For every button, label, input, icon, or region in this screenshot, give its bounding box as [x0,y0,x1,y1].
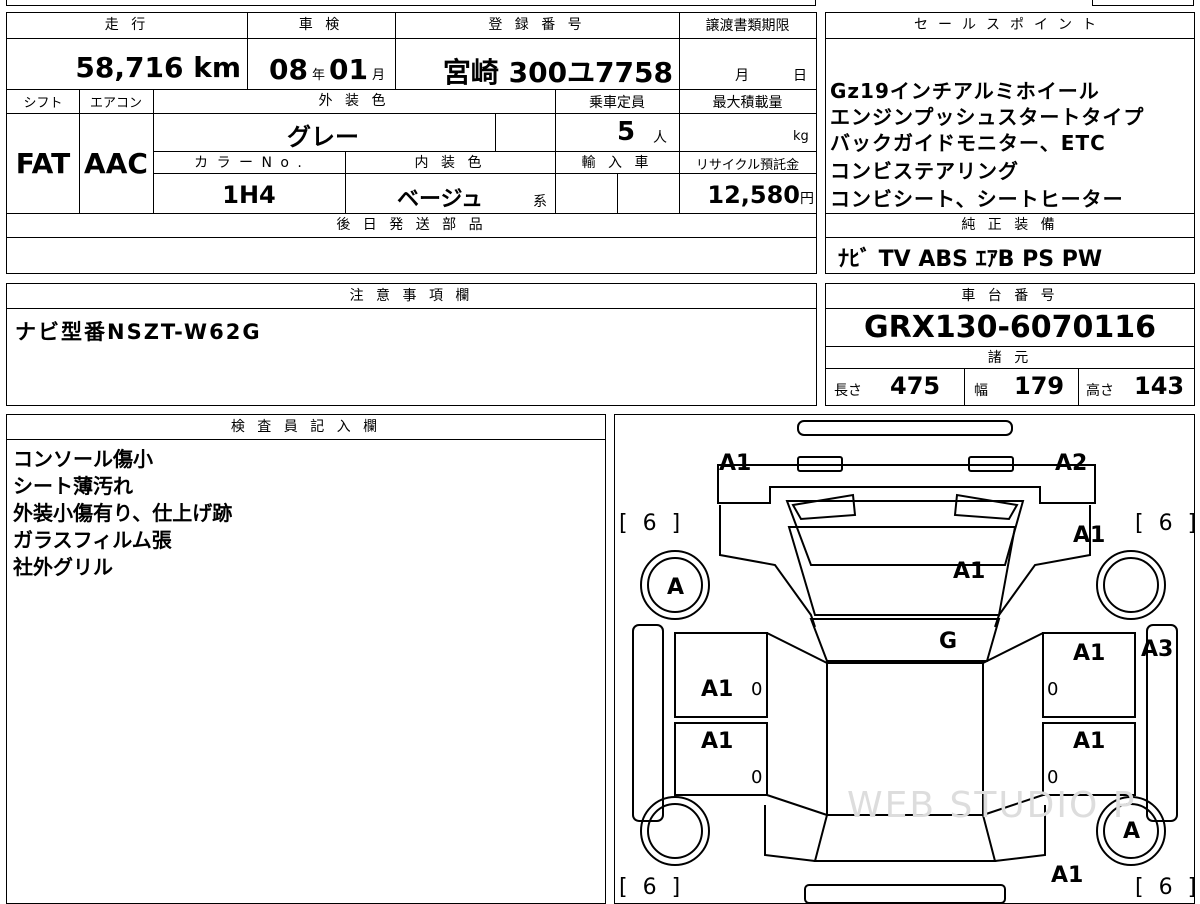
width-value: 179 [1014,372,1065,400]
top-cutoff-strip [6,0,816,6]
mark-wheel-front-left: A [667,575,685,600]
transfer-month-unit: 月 [735,68,749,84]
top-cutoff-strip-right [1092,0,1194,6]
sales-point-line-3: バックガイドモニター、ETC [830,131,1106,155]
inspection-value: 08 年 01 月 [269,53,385,86]
mark-right-front-door: A1 [1073,641,1106,666]
watermark: WEB STUDIO P [847,785,1137,826]
exterior-color-value: グレー [287,123,359,151]
recycle-fee-unit: 円 [800,191,814,207]
capacity-unit: 人 [653,130,667,146]
mileage-label: 走 行 [104,17,150,33]
inspection-year-unit: 年 [311,68,325,83]
inspection-month-unit: 月 [371,68,385,83]
transfer-day-unit: 日 [793,68,807,84]
mark-left-front-door-zero: 0 [751,679,763,700]
height-value: 143 [1134,372,1185,400]
height-label: 高さ [1086,383,1114,399]
mark-left-rear-door-zero: 0 [751,767,763,788]
sales-point-line-2: エンジンプッシュスタートタイプ [830,105,1145,129]
transfer-deadline-label: 譲渡書類期限 [705,18,790,34]
mark-front-right: A2 [1055,451,1088,476]
chassis-number-value: GRX130-6070116 [863,310,1157,345]
mileage-unit: km [193,51,241,84]
tire-rear-right: [ 6 ] [1135,875,1195,900]
mark-right-fender: A1 [1073,523,1106,548]
tire-rear-left: [ 6 ] [619,875,685,900]
inspector-line-2: シート薄汚れ [13,474,133,498]
recycle-fee-label: リサイクル預託金 [695,158,800,173]
recycle-fee-value: 12,580円 [679,181,814,209]
sales-point-line-5: コンビシート、シートヒーター [830,187,1124,211]
sales-point-line-4: コンビステアリング [830,159,1019,183]
shift-value: FAT [15,147,71,180]
capacity-label: 乗車定員 [589,95,645,111]
inspection-year: 08 [269,53,308,86]
mark-left-rear-door: A1 [701,729,734,754]
genuine-equipment-label: 純 正 装 備 [961,217,1059,233]
interior-color-suffix: 系 [533,194,547,210]
mark-hood: A1 [953,559,986,584]
inspector-line-5: 社外グリル [13,555,113,579]
registration-value: 宮崎 300ユ7758 [442,56,673,89]
mark-right-rear-door: A1 [1073,729,1106,754]
chassis-number-label: 車 台 番 号 [961,288,1059,304]
ac-label: エアコン [89,96,142,111]
interior-color-label: 内 装 色 [414,155,486,171]
mileage-number: 58,716 [75,51,184,84]
color-no-value: 1H4 [222,181,276,209]
length-value: 475 [890,372,941,400]
vehicle-info-table: 走 行 車 検 登 録 番 号 譲渡書類期限 58,716 km 08 年 01 月 … [6,12,817,274]
max-load-unit: kg [793,129,809,144]
inspector-panel: 検 査 員 記 入 欄 コンソール傷小 シート薄汚れ 外装小傷有り、仕上げ跡 ガ… [6,414,606,904]
inspection-month: 01 [328,53,368,86]
inspector-line-1: コンソール傷小 [13,447,153,471]
inspector-label: 検 査 員 記 入 欄 [230,419,382,435]
sales-points-label: セールスポイント [914,17,1106,33]
mark-left-front-door: A1 [701,677,734,702]
mileage-value: 58,716 km [7,51,241,84]
tire-front-left: [ 6 ] [619,511,685,536]
width-label: 幅 [974,383,988,399]
color-no-label: カ ラ ー N o . [194,155,304,171]
inspector-line-4: ガラスフィルム張 [13,528,172,552]
exterior-color-label: 外 装 色 [318,93,390,109]
tire-front-right: [ 6 ] [1135,511,1195,536]
mark-right-side-edge: A3 [1141,637,1174,662]
max-load-label: 最大積載量 [712,95,783,111]
chassis-panel: 車 台 番 号 GRX130-6070116 諸 元 長さ 475 幅 179 … [825,283,1195,406]
mark-rear-right: A1 [1051,863,1084,888]
notes-label: 注 意 事 項 欄 [349,288,474,304]
later-parts-label: 後 日 発 送 部 品 [336,217,487,233]
spec-label: 諸 元 [987,350,1033,366]
notes-value: ナビ型番NSZT-W62G [15,320,262,344]
capacity-value: 5 [617,117,636,147]
ac-value: AAC [84,147,148,180]
sales-points-panel: セールスポイント Gz19インチアルミホイール エンジンプッシュスタートタイプ … [825,12,1195,274]
genuine-equipment-value: ﾅﾋﾞ TV ABS ｴｱB PS PW [838,247,1103,272]
shift-label: シフト [23,96,63,111]
mark-windshield: G [939,629,958,654]
import-label: 輸 入 車 [581,155,653,171]
recycle-fee-number: 12,580 [707,181,800,209]
mark-front-left: A1 [719,451,752,476]
mark-right-front-door-zero: 0 [1047,679,1059,700]
length-label: 長さ [834,383,862,399]
car-outline [632,420,1178,903]
sales-point-line-1: Gz19インチアルミホイール [830,79,1100,103]
car-damage-diagram: A1 A2 A1 A1 G A1 A3 A1 0 0 A1 0 A1 0 A A… [614,414,1195,904]
notes-panel: 注 意 事 項 欄 ナビ型番NSZT-W62G [6,283,817,406]
interior-color-value: ベージュ [397,187,484,212]
inspection-label: 車 検 [298,17,344,33]
registration-label: 登 録 番 号 [488,17,586,33]
inspector-line-3: 外装小傷有り、仕上げ跡 [13,501,233,525]
